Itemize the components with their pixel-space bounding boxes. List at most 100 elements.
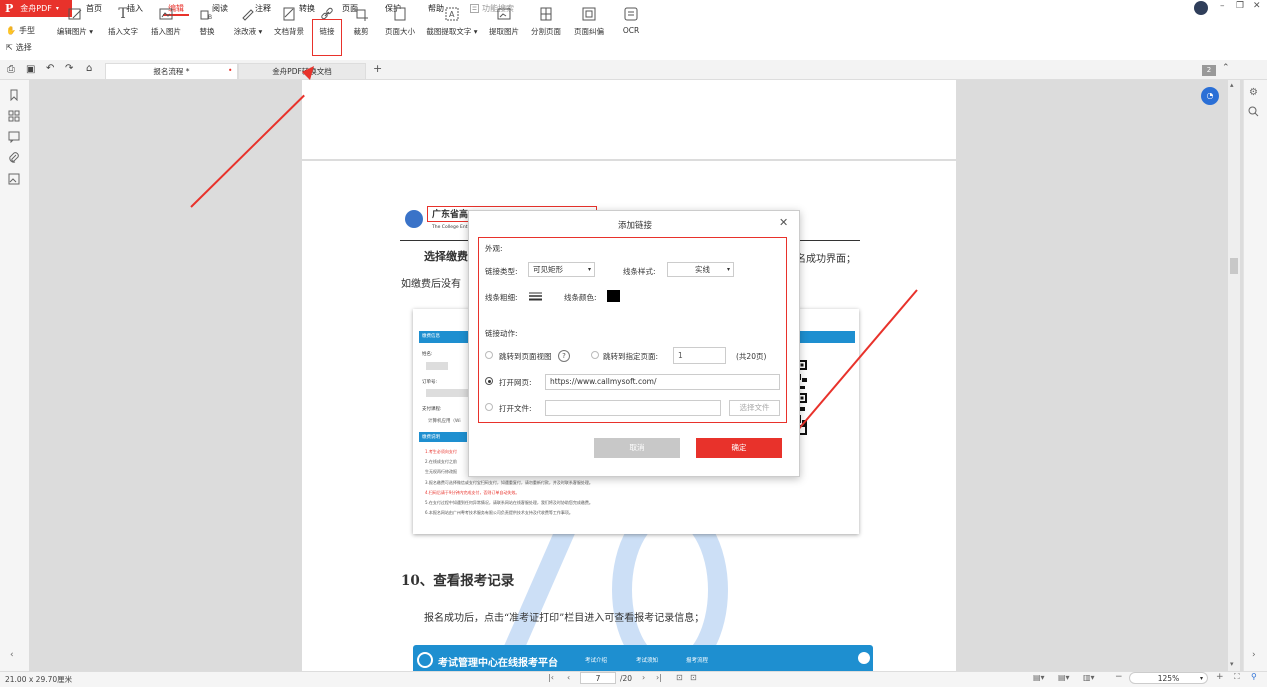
open-web-radio[interactable] — [485, 377, 493, 385]
avatar[interactable] — [1194, 1, 1208, 15]
settings-sliders-icon[interactable]: ⚙ — [1249, 87, 1258, 98]
chevron-down-icon: ▾ — [1199, 675, 1203, 682]
close-window-button[interactable]: ✕ — [1253, 1, 1261, 11]
collapse-right-icon[interactable]: › — [1252, 650, 1256, 660]
shot-name-label: 姓名: — [422, 352, 433, 357]
extract-image-tool[interactable]: 提取图片 — [486, 4, 522, 40]
scroll-up-icon[interactable]: ▴ — [1230, 81, 1234, 89]
prev-page-icon[interactable]: ‹ — [567, 673, 570, 682]
crop-icon — [353, 6, 369, 22]
total-pages: /20 — [620, 674, 633, 683]
replace-tool[interactable]: B 替换 — [196, 4, 218, 40]
edit-image-icon — [67, 6, 83, 22]
page-layout-icon[interactable]: ▤▾ — [1058, 673, 1070, 682]
insert-text-tool[interactable]: T 插入文字 — [105, 4, 141, 40]
zoom-out-icon[interactable]: − — [1115, 672, 1123, 682]
current-page-input[interactable]: 7 — [580, 672, 616, 684]
vertical-scrollbar[interactable] — [1228, 80, 1240, 671]
insert-text-label: 插入文字 — [108, 27, 138, 36]
add-tab-button[interactable]: + — [373, 62, 382, 75]
ocr-label: OCR — [622, 26, 640, 35]
search-icon[interactable] — [1248, 106, 1259, 119]
minimize-button[interactable]: – — [1220, 1, 1225, 11]
link-type-select[interactable]: 可见矩形 ▾ — [528, 262, 595, 277]
correction-fluid-tool[interactable]: 涂改液 ▾ — [231, 4, 265, 40]
thumbnails-icon[interactable] — [8, 110, 20, 122]
fullscreen-icon[interactable]: ⛶ — [1234, 672, 1240, 682]
goto-page-radio[interactable] — [591, 351, 599, 359]
open-file-radio[interactable] — [485, 403, 493, 411]
restore-button[interactable]: ❐ — [1236, 1, 1244, 11]
crop-tool[interactable]: 裁剪 — [350, 4, 372, 40]
line-style-select[interactable]: 实线 ▾ — [667, 262, 734, 277]
attachment-icon[interactable] — [8, 152, 20, 164]
page-size-tool[interactable]: 页面大小 — [383, 4, 417, 40]
select-tool[interactable]: ⇱ 选择 — [6, 42, 32, 53]
scrollbar-thumb[interactable] — [1230, 258, 1238, 274]
first-page-icon[interactable]: |‹ — [548, 673, 554, 682]
columns-icon[interactable]: ▥▾ — [1083, 673, 1095, 682]
ocr-tool[interactable]: OCR — [620, 4, 642, 40]
pin-icon[interactable]: ⚲ — [1251, 672, 1257, 681]
zoom-in-icon[interactable]: + — [1216, 672, 1224, 682]
split-page-icon — [538, 6, 554, 22]
shot-section2-title: 缴费说明 — [422, 435, 440, 440]
last-page-icon[interactable]: ›| — [656, 673, 662, 682]
insert-image-icon — [158, 6, 174, 22]
scroll-down-icon[interactable]: ▾ — [1230, 660, 1234, 668]
goto-page-label: 跳转到指定页面: — [603, 352, 659, 361]
insert-image-tool[interactable]: 插入图片 — [148, 4, 184, 40]
doc-background-tool[interactable]: 文档背景 — [271, 4, 307, 40]
print-icon[interactable]: ⎙ — [7, 64, 15, 75]
redo-icon[interactable]: ↷ — [65, 63, 73, 74]
deskew-tool[interactable]: 页面纠偏 — [571, 4, 607, 40]
page-number-input[interactable]: 1 — [673, 347, 726, 364]
help-icon[interactable]: ? — [558, 350, 570, 362]
save-icon[interactable]: ▣ — [26, 64, 35, 75]
chevron-down-icon: ▾ — [587, 266, 591, 273]
bookmark-icon[interactable] — [8, 89, 20, 102]
dialog-highlight-box — [478, 237, 787, 423]
hand-icon: ✋ — [6, 26, 16, 35]
fit-page-icon[interactable]: ⊡ — [690, 673, 697, 682]
section-paragraph: 报名成功后，点击“准考证打印”栏目进入可查看报考记录信息； — [424, 613, 705, 624]
shot-note: 2.在线成支付之前 — [425, 459, 457, 464]
file-path-input[interactable] — [545, 400, 721, 416]
line-width-label: 线条粗细: — [485, 293, 518, 302]
cancel-button[interactable]: 取消 — [594, 438, 680, 458]
collapse-left-icon[interactable]: ‹ — [10, 650, 14, 660]
fit-width-icon[interactable]: ⊡ — [676, 673, 683, 682]
left-sidebar — [0, 80, 30, 671]
undo-icon[interactable]: ↶ — [46, 63, 54, 74]
line-color-label: 线条颜色: — [564, 293, 597, 302]
tab-report-process[interactable]: 报名流程 * • — [105, 63, 238, 79]
platform-title: 考试管理中心在线报考平台 — [438, 658, 558, 669]
open-web-label: 打开网页: — [499, 378, 532, 387]
platform-nav-item: 考试须知 — [636, 658, 659, 664]
image-panel-icon[interactable] — [8, 173, 20, 185]
platform-nav-item: 考试介绍 — [585, 658, 608, 664]
next-page-icon[interactable]: › — [642, 673, 645, 682]
edit-image-tool[interactable]: 编辑图片 ▾ — [55, 4, 95, 40]
unsaved-dot: • — [228, 66, 233, 75]
goto-view-radio[interactable] — [485, 351, 493, 359]
zoom-select[interactable]: 125% ▾ — [1129, 672, 1208, 684]
right-sidebar — [1243, 80, 1267, 671]
page-size-readout: 21.00 x 29.70厘米 — [5, 675, 73, 684]
split-page-tool[interactable]: 分割页面 — [528, 4, 564, 40]
paragraph-right: 名成功界面； — [796, 254, 856, 265]
line-width-icon[interactable] — [529, 291, 542, 301]
view-mode-icon[interactable]: ▤▾ — [1033, 673, 1045, 682]
ocr-screenshot-tool[interactable]: A 截图提取文字 ▾ — [424, 4, 480, 40]
home-icon[interactable]: ⌂ — [86, 63, 92, 74]
ok-button[interactable]: 确定 — [696, 438, 782, 458]
assistant-float-icon[interactable]: ◔ — [1201, 87, 1219, 105]
url-input[interactable]: https://www.callmysoft.com/ — [545, 374, 780, 390]
comment-icon[interactable] — [8, 131, 20, 144]
line-color-swatch[interactable] — [607, 290, 620, 302]
zoom-value: 125% — [1157, 674, 1180, 683]
choose-file-button[interactable]: 选择文件 — [729, 400, 780, 416]
collapse-ribbon-icon[interactable]: ⌃ — [1222, 63, 1230, 73]
hand-tool[interactable]: ✋ 手型 — [6, 25, 35, 36]
close-icon[interactable]: ✕ — [779, 216, 788, 229]
